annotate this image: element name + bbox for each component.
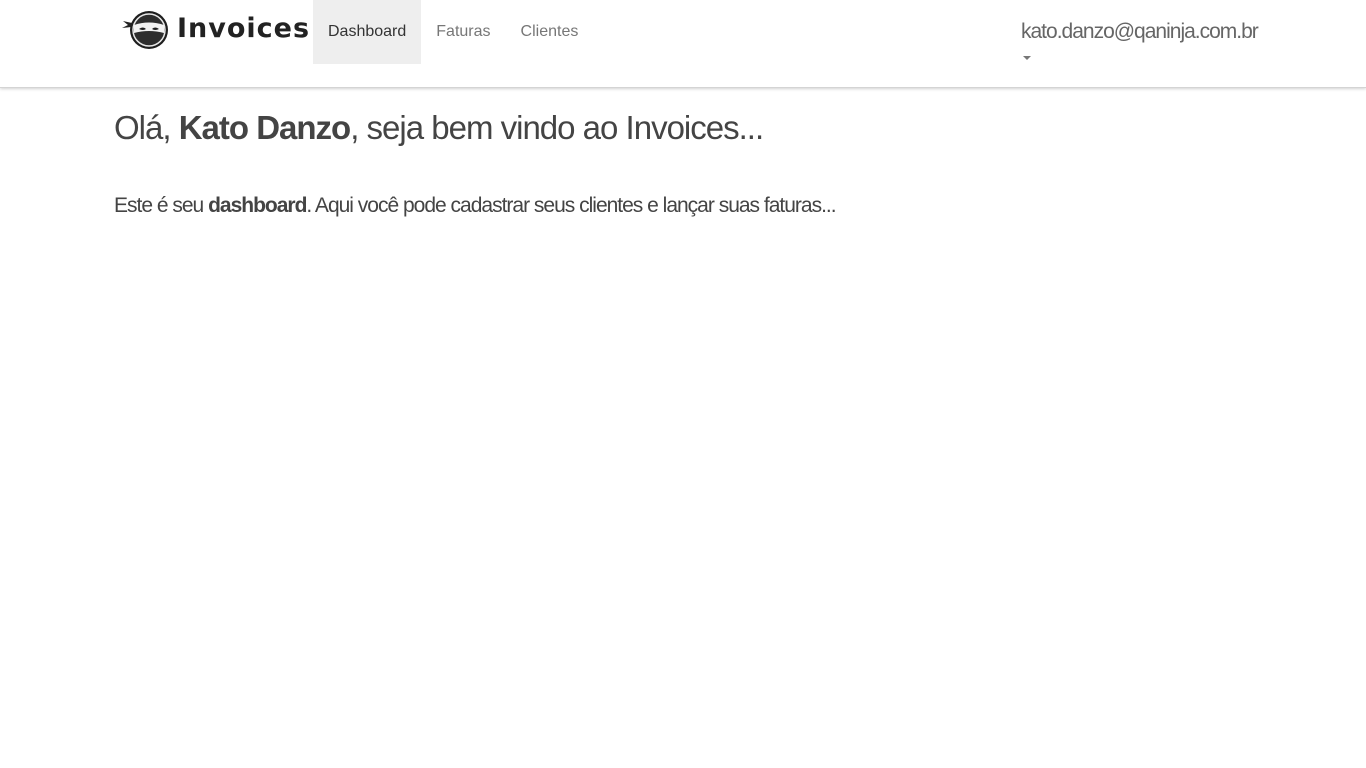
- brand-link[interactable]: Invoices: [122, 9, 310, 51]
- intro-bold: dashboard: [208, 194, 307, 217]
- page-greeting: Olá, Kato Danzo, seja bem vindo ao Invoi…: [114, 108, 1254, 148]
- navbar: Invoices Dashboard Faturas Clientes kato…: [0, 0, 1366, 88]
- ninja-logo-icon: [122, 11, 168, 49]
- main-content: Olá, Kato Danzo, seja bem vindo ao Invoi…: [114, 108, 1254, 220]
- user-email: kato.danzo@qaninja.com.br: [1021, 20, 1259, 43]
- caret-down-icon: [1023, 56, 1031, 60]
- greeting-prefix: Olá,: [114, 109, 179, 146]
- navbar-container: Invoices Dashboard Faturas Clientes kato…: [0, 0, 1366, 87]
- intro-prefix: Este é seu: [114, 194, 209, 217]
- user-name: Kato Danzo: [178, 109, 351, 146]
- nav-clientes[interactable]: Clientes: [506, 0, 594, 64]
- nav-dashboard[interactable]: Dashboard: [313, 0, 422, 64]
- main-nav: Dashboard Faturas Clientes: [313, 0, 593, 64]
- dashboard-intro: Este é seu dashboard. Aqui você pode cad…: [114, 192, 1254, 220]
- greeting-suffix: , seja bem vindo ao Invoices...: [350, 109, 764, 146]
- brand-name: Invoices: [177, 13, 311, 44]
- user-menu-dropdown[interactable]: kato.danzo@qaninja.com.br: [1021, 18, 1259, 60]
- nav-faturas[interactable]: Faturas: [421, 0, 505, 64]
- intro-suffix: . Aqui você pode cadastrar seus clientes…: [306, 194, 836, 217]
